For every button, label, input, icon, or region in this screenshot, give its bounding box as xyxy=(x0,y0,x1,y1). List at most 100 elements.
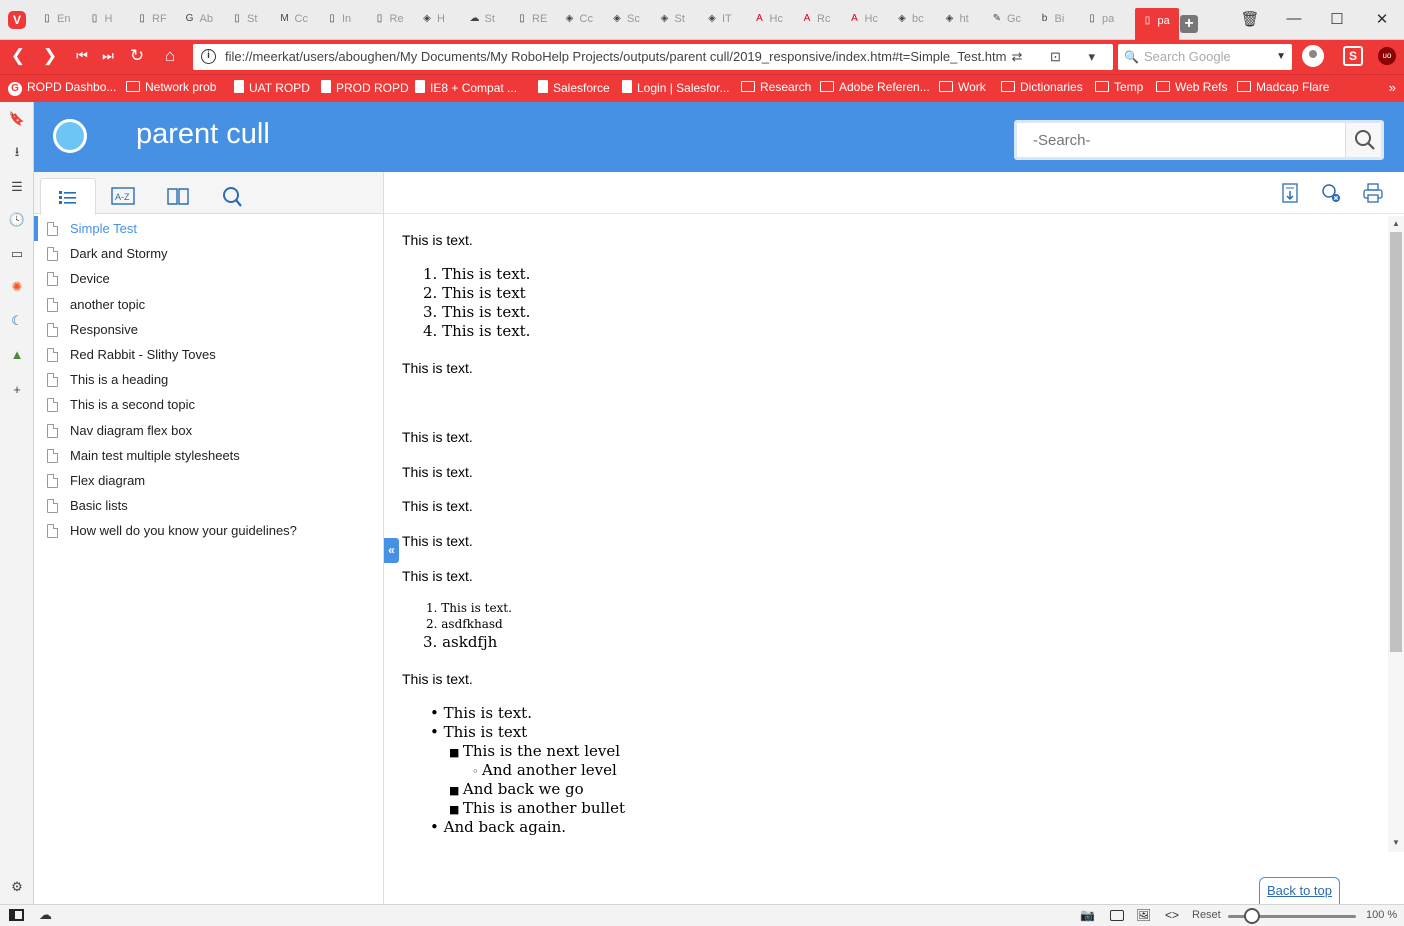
back-icon[interactable]: ❮ xyxy=(8,46,28,66)
tab[interactable]: G Ab xyxy=(183,12,223,34)
bookmark-item[interactable]: G ROPD Dashbo... xyxy=(8,80,116,96)
toc-item[interactable]: Device xyxy=(34,266,383,291)
maximize-icon[interactable]: ☐ xyxy=(1327,10,1347,28)
url-field[interactable]: i file://meerkat/users/aboughen/My Docum… xyxy=(193,44,1113,70)
tab[interactable]: M Cc xyxy=(278,12,318,34)
close-window-icon[interactable]: ✕ xyxy=(1372,10,1392,28)
bookmark-item[interactable]: Login | Salesfor... xyxy=(622,80,730,95)
content-scrollbar[interactable]: ▲ ▼ xyxy=(1388,216,1404,852)
window-panel-icon[interactable]: ▭ xyxy=(8,245,26,263)
tab[interactable]: ▯ St xyxy=(230,12,270,34)
url-action-icons[interactable]: ⇄ ⊡ ▾ xyxy=(1011,44,1107,70)
tab-active[interactable]: ▯ pa xyxy=(1134,8,1179,40)
chevron-down-icon[interactable]: ▼ xyxy=(1276,44,1286,70)
extension-s-icon[interactable]: S xyxy=(1343,46,1363,66)
expand-all-icon[interactable] xyxy=(1279,182,1301,204)
bookmarks-overflow-icon[interactable]: » xyxy=(1389,80,1396,95)
bookmark-item[interactable]: Dictionaries xyxy=(1001,80,1083,94)
bookmark-item[interactable]: IE8 + Compat ... xyxy=(415,80,517,95)
scroll-down-icon[interactable]: ▼ xyxy=(1392,838,1400,847)
sync-cloud-icon[interactable]: ☁ xyxy=(39,907,52,923)
site-title[interactable]: parent cull xyxy=(136,118,270,151)
tiling-icon[interactable] xyxy=(1110,910,1124,921)
bookmark-item[interactable]: Temp xyxy=(1095,80,1143,94)
tab[interactable]: ✎ Gc xyxy=(990,12,1030,34)
home-icon[interactable]: ⌂ xyxy=(160,46,180,66)
tab[interactable]: ▯ H xyxy=(88,12,128,34)
settings-gear-icon[interactable]: ⚙ xyxy=(8,878,26,896)
toc-item[interactable]: Basic lists xyxy=(34,493,383,518)
tab[interactable]: A Rc xyxy=(800,12,840,34)
page-actions-icon[interactable]: <> xyxy=(1165,908,1179,922)
tab[interactable]: A Hc xyxy=(753,12,793,34)
bookmark-item[interactable]: Work xyxy=(939,80,986,94)
downloads-icon[interactable]: ⭳ xyxy=(8,143,26,161)
toc-item[interactable]: Dark and Stormy xyxy=(34,241,383,266)
toc-item[interactable]: Nav diagram flex box xyxy=(34,418,383,443)
tab[interactable]: ▯ In xyxy=(325,12,365,34)
bookmark-item[interactable]: Adobe Referen... xyxy=(820,80,930,94)
tab-glossary[interactable] xyxy=(150,178,206,215)
bookmark-panel-icon[interactable]: 🔖 xyxy=(8,110,26,128)
bookmark-item[interactable]: Network prob xyxy=(126,80,216,94)
rewind-icon[interactable]: ⏮ xyxy=(72,46,92,66)
web-panel-3-icon[interactable]: ▲ xyxy=(8,346,26,364)
tab[interactable]: ◈ H xyxy=(420,12,460,34)
scroll-thumb[interactable] xyxy=(1390,232,1402,652)
new-tab-button[interactable]: + xyxy=(1180,15,1198,33)
toc-item[interactable]: This is a heading xyxy=(34,367,383,392)
tab[interactable]: ◈ ht xyxy=(943,12,983,34)
bookmark-item[interactable]: Research xyxy=(741,80,811,94)
print-icon[interactable] xyxy=(1362,182,1384,204)
minimize-icon[interactable]: — xyxy=(1284,10,1304,27)
google-search-field[interactable]: 🔍 Search Google ▼ xyxy=(1118,44,1292,70)
reload-icon[interactable]: ↻ xyxy=(127,46,147,66)
collapse-sidebar-button[interactable]: « xyxy=(384,538,399,563)
toc-item-current[interactable]: Simple Test xyxy=(34,216,383,242)
tab[interactable]: ▯ RE xyxy=(515,12,555,34)
vivaldi-menu-icon[interactable]: V xyxy=(8,11,26,29)
tab[interactable]: ◈ St xyxy=(658,12,698,34)
history-icon[interactable]: 🕓 xyxy=(8,211,26,229)
tab[interactable]: ◈ IT xyxy=(705,12,745,34)
bookmark-item[interactable]: Web Refs xyxy=(1156,80,1227,94)
toc-item[interactable]: Flex diagram xyxy=(34,468,383,493)
tab-search[interactable] xyxy=(205,178,261,215)
tab[interactable]: ▯ pa xyxy=(1085,12,1125,34)
toc-item[interactable]: Red Rabbit - Slithy Toves xyxy=(34,342,383,367)
toc-item[interactable]: How well do you know your guidelines? xyxy=(34,518,383,543)
zoom-slider-handle[interactable] xyxy=(1244,908,1260,924)
forward-icon[interactable]: ❯ xyxy=(40,46,60,66)
bookmark-item[interactable]: Salesforce xyxy=(538,80,610,95)
tab-toc[interactable] xyxy=(40,178,96,215)
tab-index[interactable]: A-Z xyxy=(95,178,151,215)
toc-item[interactable]: Main test multiple stylesheets xyxy=(34,443,383,468)
toc-item[interactable]: another topic xyxy=(34,292,383,317)
panel-toggle-icon[interactable] xyxy=(9,909,24,921)
profile-avatar-icon[interactable] xyxy=(1302,45,1324,67)
tab[interactable]: b Bi xyxy=(1038,12,1078,34)
web-panel-2-icon[interactable]: ☾ xyxy=(8,312,26,330)
ublock-icon[interactable]: uo xyxy=(1378,47,1396,65)
toc-item[interactable]: Responsive xyxy=(34,317,383,342)
toc-item[interactable]: This is a second topic xyxy=(34,392,383,417)
help-search-button[interactable] xyxy=(1345,123,1381,157)
tab[interactable]: ▯ Re xyxy=(373,12,413,34)
add-web-panel-icon[interactable]: + xyxy=(8,381,26,399)
site-info-icon[interactable]: i xyxy=(201,49,216,64)
images-icon[interactable]: 🖼 xyxy=(1136,908,1151,922)
tab[interactable]: A Hc xyxy=(848,12,888,34)
trash-icon[interactable]: 🗑 xyxy=(1240,10,1260,28)
screenshot-camera-icon[interactable]: 📷 xyxy=(1080,908,1095,922)
tab[interactable]: ◈ Cc xyxy=(563,12,603,34)
help-search-input[interactable] xyxy=(1017,123,1347,157)
web-panel-icon[interactable]: ✺ xyxy=(8,278,26,296)
clear-highlight-icon[interactable] xyxy=(1320,182,1342,204)
logo-icon[interactable] xyxy=(53,119,87,153)
bookmark-item[interactable]: UAT ROPD xyxy=(234,80,310,95)
notes-icon[interactable]: ☰ xyxy=(8,178,26,196)
scroll-up-icon[interactable]: ▲ xyxy=(1392,219,1400,228)
zoom-reset-button[interactable]: Reset xyxy=(1192,909,1221,921)
bookmark-item[interactable]: Madcap Flare xyxy=(1237,80,1329,94)
bookmark-item[interactable]: PROD ROPD xyxy=(321,80,409,95)
